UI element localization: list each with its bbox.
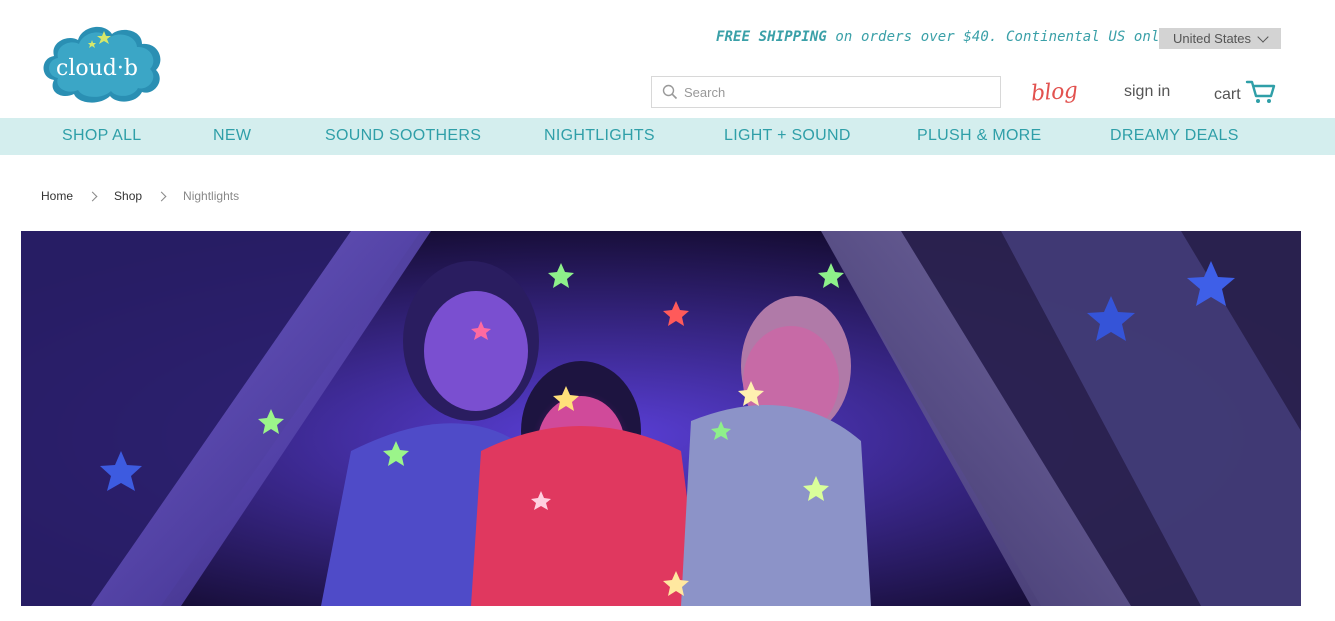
main-nav: SHOP ALL NEW SOUND SOOTHERS NIGHTLIGHTS … [0, 118, 1335, 155]
blog-link[interactable]: blog [1030, 78, 1078, 106]
cloudb-logo[interactable]: cloud·b [38, 18, 168, 106]
promo-text: on orders over $40. Continental US only. [826, 29, 1177, 45]
logo-text: cloud·b [56, 56, 138, 81]
nav-sound-soothers[interactable]: SOUND SOOTHERS [325, 127, 481, 145]
nav-new[interactable]: NEW [213, 127, 251, 145]
chevron-down-icon [1257, 30, 1269, 43]
breadcrumb-current: Nightlights [183, 189, 240, 203]
breadcrumb-home[interactable]: Home [41, 189, 73, 203]
country-label: United States [1172, 31, 1252, 46]
sign-in-link[interactable]: sign in [1124, 83, 1170, 101]
site-header: cloud·b FREE SHIPPING on orders over $40… [0, 0, 1335, 118]
chevron-right-icon [87, 191, 98, 201]
breadcrumb-shop[interactable]: Shop [114, 189, 142, 203]
nav-plush-more[interactable]: PLUSH & MORE [917, 127, 1042, 145]
search-box[interactable] [651, 76, 1001, 108]
cart-link[interactable]: cart [1214, 79, 1277, 105]
nav-light-sound[interactable]: LIGHT + SOUND [724, 127, 851, 145]
search-input[interactable] [684, 84, 984, 100]
nav-nightlights[interactable]: NIGHTLIGHTS [544, 127, 655, 145]
nav-dreamy-deals[interactable]: DREAMY DEALS [1110, 127, 1239, 145]
search-icon [662, 84, 678, 100]
cart-label: cart [1214, 86, 1241, 103]
country-selector[interactable]: United States [1159, 28, 1281, 49]
breadcrumb: Home Shop Nightlights [41, 189, 239, 203]
promo-bold: FREE SHIPPING [716, 29, 827, 45]
nav-shop-all[interactable]: SHOP ALL [62, 127, 142, 145]
chevron-right-icon [156, 191, 167, 201]
cart-icon [1245, 80, 1275, 103]
free-shipping-banner: FREE SHIPPING on orders over $40. Contin… [716, 29, 1177, 45]
hero-banner-image [21, 231, 1301, 606]
